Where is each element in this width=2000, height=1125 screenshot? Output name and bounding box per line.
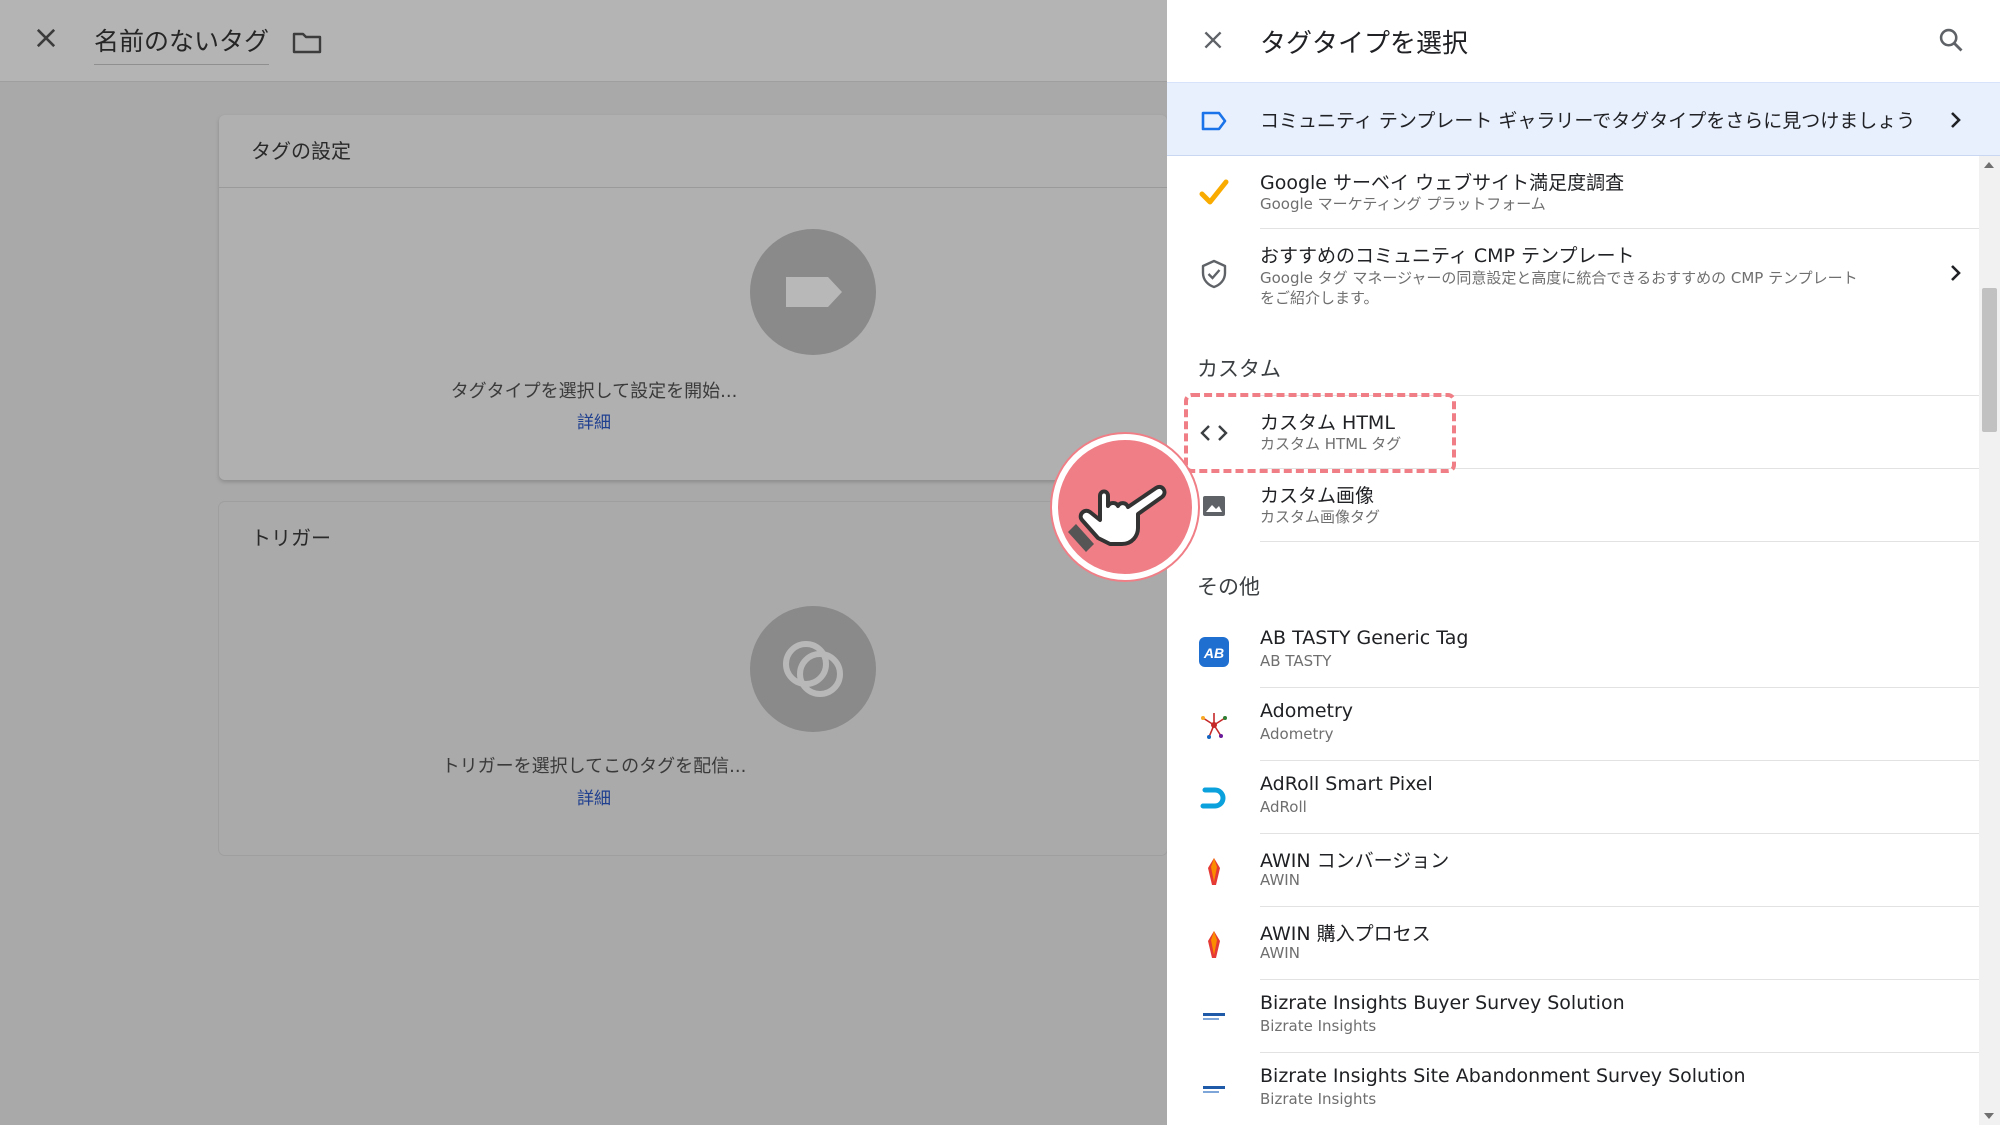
item-sub: Google マーケティング プラットフォーム [1260, 195, 1546, 213]
list-item-adometry[interactable]: Adometry Adometry [1167, 688, 1979, 761]
item-name: Adometry [1260, 700, 1354, 722]
tag-name-title[interactable]: 名前のないタグ [94, 22, 270, 65]
item-sub: Adometry [1260, 725, 1334, 743]
pointing-hand-icon [1052, 434, 1198, 580]
awin-logo-icon [1208, 858, 1220, 885]
item-sub-continued: をご紹介します。 [1260, 289, 1379, 307]
item-name: カスタム画像 [1260, 485, 1375, 507]
list-item-google-survey[interactable]: Google サーベイ ウェブサイト満足度調査 Google マーケティング プ… [1167, 156, 1979, 229]
item-sub: Google タグ マネージャーの同意設定と高度に統合できるおすすめの CMP … [1260, 269, 1858, 287]
check-icon [1199, 179, 1229, 205]
community-gallery-banner[interactable]: コミュニティ テンプレート ギャラリーでタグタイプをさらに見つけましょう [1167, 82, 2000, 156]
item-sub: AdRoll [1260, 798, 1307, 816]
item-name: おすすめのコミュニティ CMP テンプレート [1260, 245, 1635, 267]
tag-placeholder-icon[interactable] [750, 229, 876, 355]
tag-config-hint: タグタイプを選択して設定を開始... [450, 381, 738, 402]
trigger-hint: トリガーを選択してこのタグを配信... [441, 756, 747, 777]
tag-config-more-link[interactable]: 詳細 [0, 408, 1188, 433]
item-name: AdRoll Smart Pixel [1260, 773, 1433, 795]
folder-icon[interactable] [292, 30, 322, 54]
list-item-custom-image[interactable]: カスタム画像 カスタム画像タグ [1167, 469, 1979, 542]
awin-logo-icon [1208, 931, 1220, 958]
editor-header: 名前のないタグ [0, 0, 1167, 82]
image-icon [1203, 496, 1225, 516]
scroll-up-arrow-icon[interactable] [1984, 162, 1994, 168]
divider [1260, 541, 1979, 542]
item-name: AWIN コンバージョン [1260, 850, 1450, 872]
list-item-awin-purchase[interactable]: AWIN 購入プロセス AWIN [1167, 907, 1979, 980]
tag-config-card[interactable]: タグの設定 タグタイプを選択して設定を開始... 詳細 [219, 115, 1167, 480]
item-sub: AWIN [1260, 944, 1300, 962]
chevron-right-icon [1951, 265, 1961, 281]
panel-header: タグタイプを選択 [1167, 0, 2000, 82]
item-name: AWIN 購入プロセス [1260, 923, 1431, 945]
scroll-down-arrow-icon[interactable] [1984, 1113, 1994, 1119]
list-item-adroll[interactable]: AdRoll Smart Pixel AdRoll [1167, 761, 1979, 834]
item-name: Bizrate Insights Site Abandonment Survey… [1260, 1065, 1746, 1087]
ab-tasty-logo-icon: AB [1199, 637, 1229, 667]
tag-outline-icon [1201, 111, 1227, 131]
item-sub: カスタム画像タグ [1260, 508, 1381, 526]
trigger-placeholder-icon[interactable] [750, 606, 876, 732]
trigger-more-link[interactable]: 詳細 [0, 784, 1188, 809]
divider [219, 187, 1167, 188]
list-item-ab-tasty[interactable]: AB AB TASTY Generic Tag AB TASTY [1167, 615, 1979, 688]
list-item-cmp-template[interactable]: おすすめのコミュニティ CMP テンプレート Google タグ マネージャーの… [1167, 229, 1979, 396]
shield-check-icon [1201, 259, 1227, 289]
section-header-custom: カスタム [1197, 357, 1281, 381]
item-sub: AB TASTY [1260, 652, 1332, 670]
item-sub: Bizrate Insights [1260, 1090, 1377, 1108]
panel-title: タグタイプを選択 [1260, 29, 1469, 59]
tag-config-title: タグの設定 [251, 139, 351, 163]
close-icon[interactable] [32, 24, 60, 52]
close-icon[interactable] [1200, 27, 1226, 53]
list-item-awin-conversion[interactable]: AWIN コンバージョン AWIN [1167, 834, 1979, 907]
trigger-title: トリガー [251, 526, 331, 550]
item-sub: AWIN [1260, 871, 1300, 889]
bizrate-logo-icon [1203, 1086, 1225, 1093]
list-item-bizrate-buyer[interactable]: Bizrate Insights Buyer Survey Solution B… [1167, 980, 1979, 1053]
list-item-bizrate-abandonment[interactable]: Bizrate Insights Site Abandonment Survey… [1167, 1053, 1979, 1125]
item-sub: Bizrate Insights [1260, 1017, 1377, 1035]
scrollbar-thumb[interactable] [1982, 288, 1997, 432]
tag-type-panel: タグタイプを選択 コミュニティ テンプレート ギャラリーでタグタイプをさらに見つ… [1167, 0, 2000, 1125]
bizrate-logo-icon [1203, 1013, 1225, 1020]
search-icon[interactable] [1937, 26, 1965, 54]
panel-scrollbar[interactable] [1979, 156, 2000, 1125]
custom-html-highlight [1184, 393, 1456, 473]
chevron-right-icon [1951, 112, 1961, 128]
adroll-logo-icon [1200, 787, 1226, 809]
svg-text:AB: AB [1203, 645, 1224, 661]
item-name: Google サーベイ ウェブサイト満足度調査 [1260, 172, 1625, 194]
item-name: AB TASTY Generic Tag [1260, 627, 1469, 649]
section-header-other: その他 [1197, 575, 1260, 599]
banner-text: コミュニティ テンプレート ギャラリーでタグタイプをさらに見つけましょう [1260, 110, 1916, 132]
item-name: Bizrate Insights Buyer Survey Solution [1260, 992, 1625, 1014]
trigger-card[interactable]: トリガー トリガーを選択してこのタグを配信... 詳細 [219, 502, 1167, 855]
adometry-logo-icon [1201, 713, 1227, 739]
